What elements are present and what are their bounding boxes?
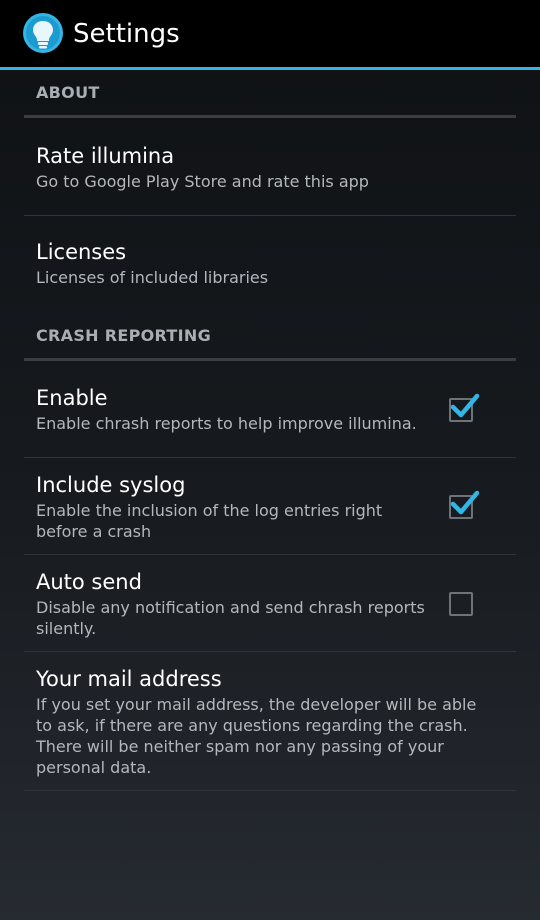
category-label: ABOUT (36, 83, 100, 102)
action-bar: Settings (0, 0, 540, 70)
pref-title: Rate illumina (36, 144, 175, 168)
pref-summary: If you set your mail address, the develo… (36, 695, 477, 777)
category-label: CRASH REPORTING (36, 326, 211, 345)
pref-licenses[interactable]: Licenses Licenses of included libraries (24, 216, 516, 313)
pref-auto-send[interactable]: Auto send Disable any notification and s… (24, 555, 516, 652)
pref-include-syslog[interactable]: Include syslog Enable the inclusion of t… (24, 458, 516, 555)
auto-send-checkbox[interactable] (449, 592, 473, 616)
include-syslog-checkbox[interactable] (449, 490, 480, 519)
settings-list: ABOUT Rate illumina Go to Google Play St… (0, 70, 540, 791)
pref-summary: Enable the inclusion of the log entries … (36, 501, 383, 541)
pref-title: Enable (36, 386, 108, 410)
pref-rate-illumina[interactable]: Rate illumina Go to Google Play Store an… (24, 118, 516, 216)
pref-summary: Licenses of included libraries (36, 268, 269, 287)
page-title: Settings (73, 19, 180, 49)
checkmark-icon (450, 490, 480, 515)
pref-title: Licenses (36, 240, 127, 264)
pref-summary: Go to Google Play Store and rate this ap… (36, 172, 369, 191)
pref-mail-address[interactable]: Your mail address If you set your mail a… (24, 652, 516, 791)
pref-title: Auto send (36, 570, 142, 594)
category-header-about: ABOUT (24, 70, 516, 118)
checkmark-icon (450, 393, 480, 418)
pref-title: Your mail address (36, 667, 222, 691)
pref-enable[interactable]: Enable Enable chrash reports to help imp… (24, 361, 516, 458)
pref-title: Include syslog (36, 473, 186, 497)
enable-checkbox[interactable] (449, 393, 480, 422)
pref-summary: Enable chrash reports to help improve il… (36, 414, 417, 433)
category-header-crash-reporting: CRASH REPORTING (24, 313, 516, 361)
pref-summary: Disable any notification and send chrash… (36, 598, 425, 638)
lightbulb-icon[interactable] (22, 12, 64, 54)
